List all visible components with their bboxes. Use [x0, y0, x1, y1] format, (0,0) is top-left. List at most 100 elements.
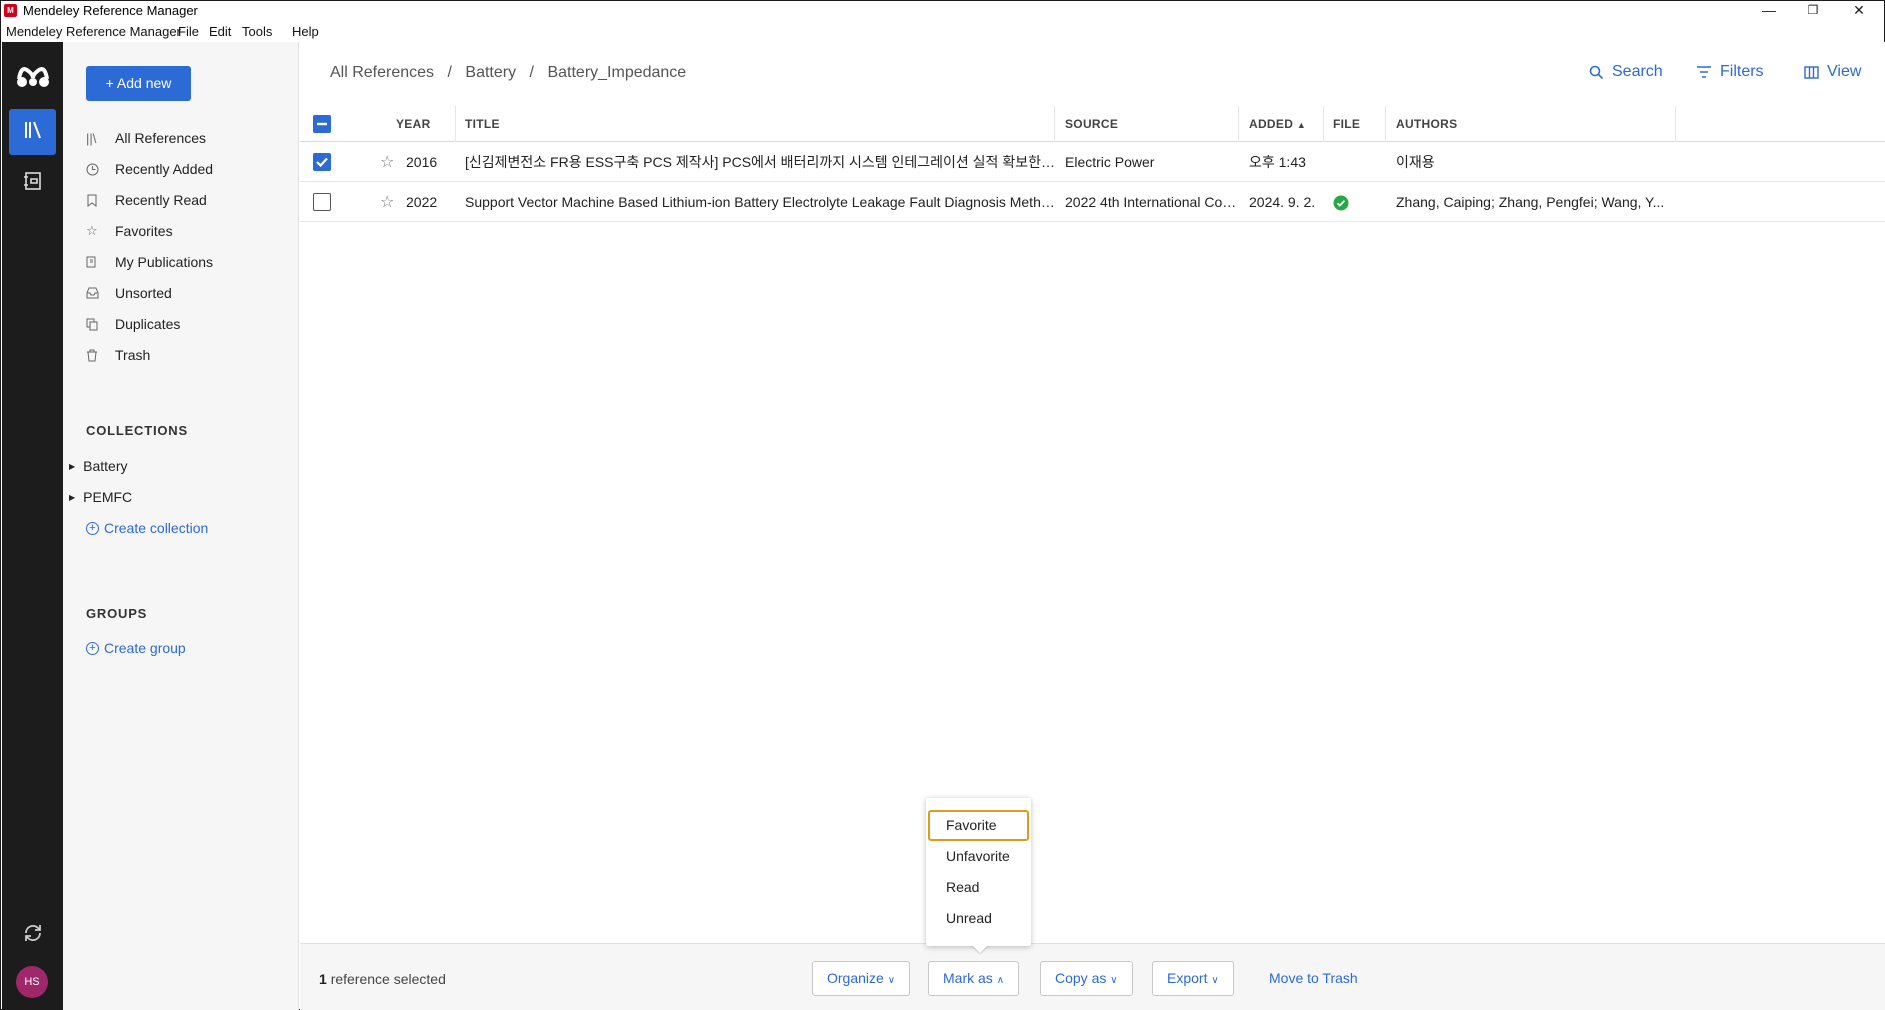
mendeley-app-icon: M: [4, 4, 17, 17]
sync-button[interactable]: [9, 912, 56, 958]
restore-button[interactable]: ❐: [1791, 1, 1835, 20]
nav-unsorted[interactable]: Unsorted: [86, 281, 286, 305]
filters-label: Filters: [1720, 63, 1764, 80]
nav-all-references[interactable]: ||\ All References: [86, 126, 286, 150]
nav-duplicates[interactable]: Duplicates: [86, 312, 286, 336]
minimize-button[interactable]: —: [1747, 1, 1791, 20]
nav-label: All References: [115, 130, 207, 146]
selection-count-label: reference selected: [330, 971, 446, 987]
menu-file[interactable]: File: [178, 24, 199, 39]
sync-icon: [22, 922, 44, 949]
cell-year: 2022: [406, 194, 438, 210]
window-title: Mendeley Reference Manager: [23, 3, 198, 18]
column-source[interactable]: SOURCE: [1055, 106, 1239, 142]
menu-help[interactable]: Help: [292, 24, 319, 39]
search-label: Search: [1612, 63, 1663, 80]
cell-file[interactable]: [1323, 183, 1386, 222]
create-collection-link[interactable]: + Create collection: [86, 520, 208, 536]
cell-authors: Zhang, Caiping; Zhang, Pengfei; Wang, Y.…: [1396, 194, 1665, 210]
move-to-trash-button[interactable]: Move to Trash: [1269, 970, 1358, 986]
menu-item-unfavorite[interactable]: Unfavorite: [928, 841, 1029, 872]
table-row[interactable]: ☆ 2022 Support Vector Machine Based Lith…: [300, 183, 1885, 222]
notebook-nav-button[interactable]: [9, 160, 56, 206]
search-button[interactable]: Search: [1589, 63, 1663, 81]
cell-added: 2024. 9. 2.: [1249, 194, 1316, 210]
mendeley-logo-icon: [13, 62, 53, 92]
star-icon: ☆: [86, 223, 98, 238]
nav-label: Trash: [115, 347, 151, 363]
plus-circle-icon: +: [86, 521, 99, 535]
selection-count: 1 reference selected: [319, 971, 446, 987]
copy-as-label: Copy as: [1055, 970, 1107, 986]
library-nav-button[interactable]: [9, 109, 56, 155]
select-all-checkbox[interactable]: [313, 115, 331, 133]
cell-year: 2016: [406, 154, 438, 170]
row-checkbox[interactable]: [313, 193, 331, 211]
file-attached-check-icon[interactable]: [1333, 195, 1349, 211]
expand-triangle-icon[interactable]: ▶: [69, 462, 75, 471]
column-title[interactable]: TITLE: [455, 106, 1055, 142]
columns-icon: [1804, 65, 1819, 79]
user-avatar[interactable]: HS: [16, 966, 48, 998]
column-year[interactable]: YEAR: [386, 106, 456, 142]
column-authors[interactable]: AUTHORS: [1386, 106, 1676, 142]
nav-trash[interactable]: Trash: [86, 343, 286, 367]
create-collection-label: Create collection: [104, 520, 209, 536]
export-label: Export: [1167, 970, 1208, 986]
column-added-label: ADDED: [1249, 117, 1294, 131]
cell-title: Support Vector Machine Based Lithium-ion…: [465, 194, 1055, 210]
collection-battery[interactable]: ▶ Battery: [69, 458, 128, 474]
expand-triangle-icon[interactable]: ▶: [69, 493, 75, 502]
column-added[interactable]: ADDED ▲: [1239, 106, 1324, 142]
row-checkbox[interactable]: [313, 153, 331, 171]
create-group-label: Create group: [104, 640, 186, 656]
sort-ascending-icon: ▲: [1296, 120, 1307, 130]
view-button[interactable]: View: [1804, 63, 1861, 81]
cell-source: 2022 4th International Conferen...: [1065, 194, 1239, 210]
cell-title: [신김제변전소 FR용 ESS구축 PCS 제작사] PCS에서 배터리까지 시…: [465, 154, 1055, 170]
menu-app[interactable]: Mendeley Reference Manager: [6, 24, 181, 39]
cell-file: [1323, 143, 1386, 182]
cell-authors: 이재용: [1396, 154, 1435, 170]
menu-item-read[interactable]: Read: [928, 872, 1029, 903]
library-sidebar: + Add new ||\ All References Recently Add…: [63, 42, 299, 1010]
menu-tools[interactable]: Tools: [242, 24, 272, 39]
nav-label: Favorites: [115, 223, 173, 239]
nav-my-publications[interactable]: My Publications: [86, 250, 286, 274]
breadcrumb-separator: /: [529, 64, 534, 81]
close-button[interactable]: ✕: [1837, 1, 1881, 20]
copy-as-button[interactable]: Copy as ∨: [1040, 961, 1133, 996]
selection-count-number: 1: [319, 971, 327, 987]
library-icon: ||\: [86, 130, 97, 146]
table-row[interactable]: ☆ 2016 [신김제변전소 FR용 ESS구축 PCS 제작사] PCS에서 …: [300, 143, 1885, 182]
breadcrumb-separator: /: [447, 64, 452, 81]
breadcrumb-all-references[interactable]: All References: [330, 64, 434, 81]
chevron-down-icon: ∨: [1211, 975, 1219, 986]
clock-icon: [86, 163, 106, 176]
collection-label: Battery: [83, 458, 128, 474]
nav-label: Recently Added: [115, 161, 214, 177]
breadcrumb-current: Battery_Impedance: [547, 64, 687, 81]
add-new-button[interactable]: + Add new: [86, 66, 191, 101]
selection-action-bar: 1 reference selected Organize ∨ Mark as …: [300, 943, 1885, 1010]
favorite-star-icon[interactable]: ☆: [380, 192, 394, 212]
filters-button[interactable]: Filters: [1696, 63, 1764, 81]
mark-as-label: Mark as: [943, 970, 993, 986]
menu-item-favorite[interactable]: Favorite: [928, 810, 1029, 841]
column-file[interactable]: FILE: [1323, 106, 1386, 142]
export-button[interactable]: Export ∨: [1152, 961, 1234, 996]
nav-favorites[interactable]: ☆ Favorites: [86, 219, 286, 243]
collection-pemfc[interactable]: ▶ PEMFC: [69, 489, 132, 505]
menu-item-unread[interactable]: Unread: [928, 903, 1029, 934]
organize-button[interactable]: Organize ∨: [812, 961, 911, 996]
mark-as-button[interactable]: Mark as ∧: [928, 961, 1020, 996]
nav-recently-read[interactable]: Recently Read: [86, 188, 286, 212]
nav-recently-added[interactable]: Recently Added: [86, 157, 286, 181]
inbox-icon: [86, 287, 106, 299]
create-group-link[interactable]: + Create group: [86, 640, 186, 656]
favorite-star-icon[interactable]: ☆: [380, 152, 394, 172]
breadcrumb: All References / Battery / Battery_Imped…: [330, 64, 695, 82]
breadcrumb-battery[interactable]: Battery: [465, 64, 516, 81]
app-window: M Mendeley Reference Manager — ❐ ✕ Mende…: [0, 0, 1885, 1010]
menu-edit[interactable]: Edit: [209, 24, 231, 39]
